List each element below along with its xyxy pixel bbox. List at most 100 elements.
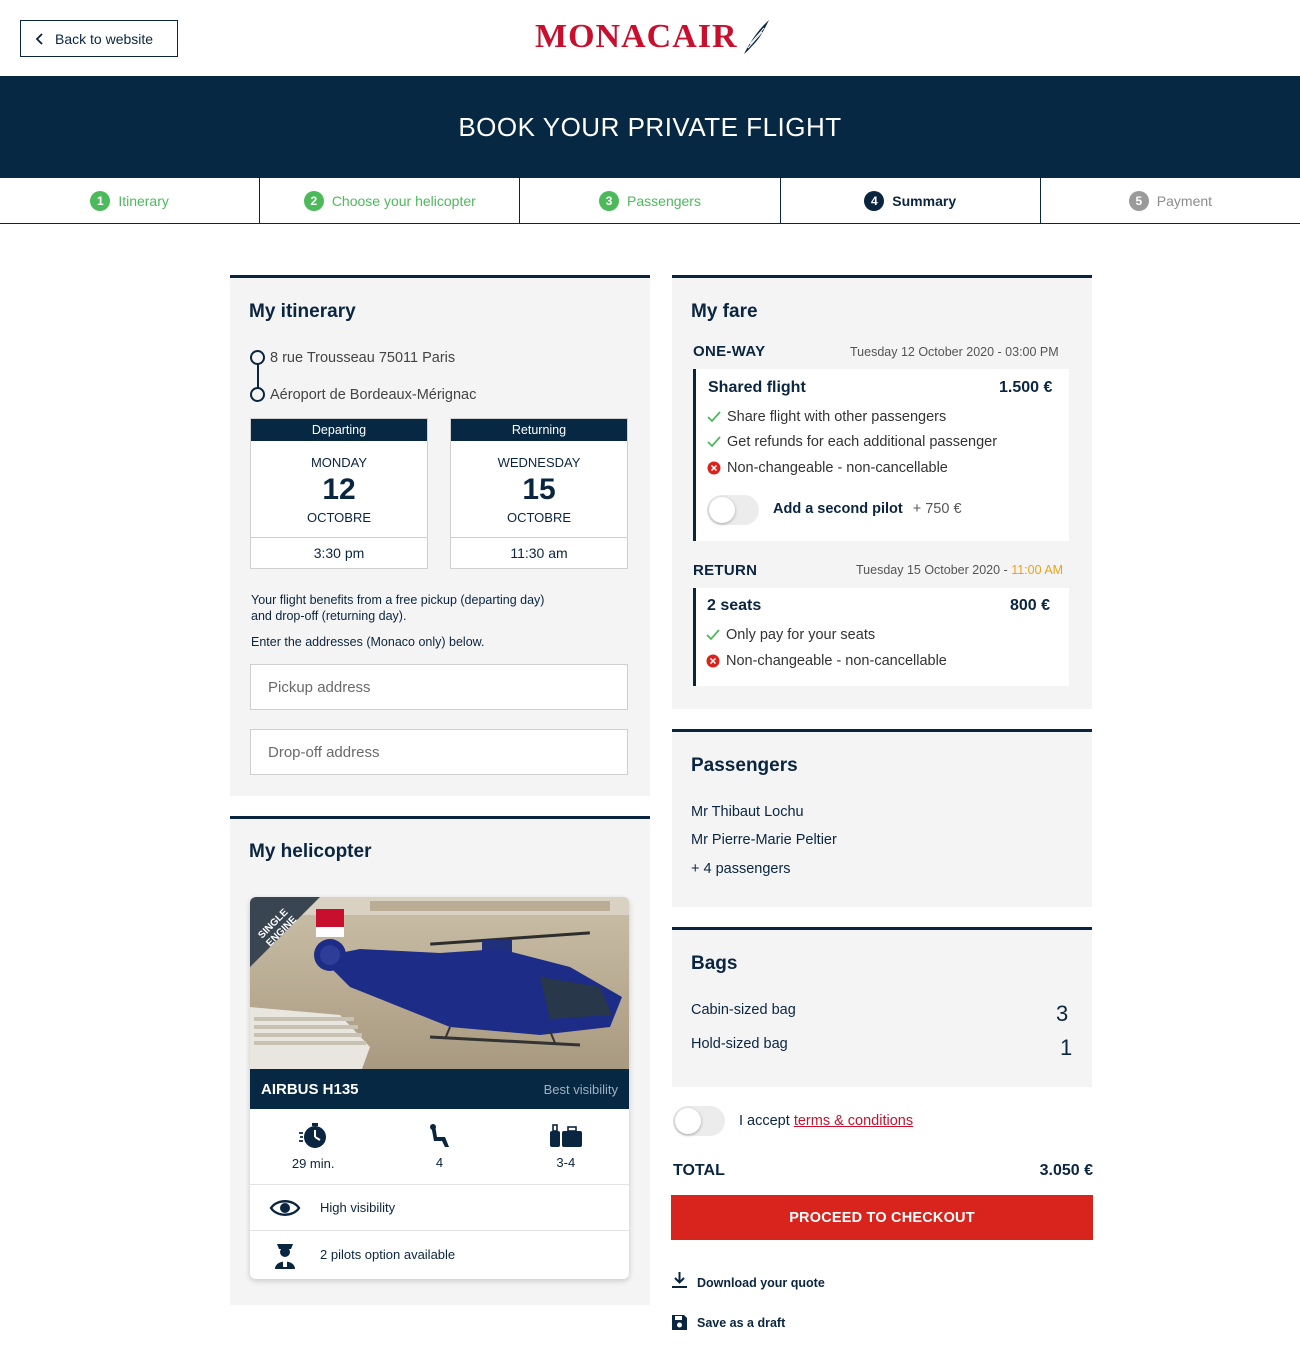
step-number: 2	[303, 190, 324, 211]
helicopter-name: AIRBUS H135	[261, 1080, 359, 1098]
step-number: 5	[1128, 190, 1149, 211]
logo[interactable]: MONACAIR	[535, 14, 770, 60]
destination-dot-icon	[250, 387, 265, 402]
oneway-fare-price: 1.500 €	[999, 379, 1053, 396]
helicopter-detail-card[interactable]: SINGLE ENGINE AIRBUS H135 Best visibilit…	[250, 897, 629, 1279]
bags-value: 3-4	[556, 1155, 576, 1170]
helicopter-photo: SINGLE ENGINE	[250, 897, 629, 1069]
step-payment[interactable]: 5 Payment	[1041, 178, 1300, 223]
return-label: RETURN	[693, 562, 758, 579]
luggage-icon	[549, 1124, 582, 1147]
hold-bag-label: Hold-sized bag	[691, 1036, 788, 1052]
passengers-title: Passengers	[691, 755, 798, 776]
seats-value: 4	[435, 1155, 444, 1170]
check-icon	[707, 436, 721, 448]
fare-feature: Share flight with other passengers	[707, 409, 946, 425]
second-pilot-label: Add a second pilot	[773, 501, 903, 517]
toggle-knob	[675, 1108, 701, 1134]
feature-text: Non-changeable - non-cancellable	[727, 460, 948, 476]
step-itinerary[interactable]: 1 Itinerary	[0, 178, 261, 223]
return-date: Tuesday 15 October 2020 - 11:00 AM	[856, 563, 1063, 577]
chevron-left-icon	[35, 32, 43, 45]
info-line: and drop-off (returning day).	[251, 609, 407, 623]
origin-address: 8 rue Trousseau 75011 Paris	[270, 350, 456, 366]
origin-dot-icon	[250, 350, 265, 365]
accept-terms-text: I accept terms & conditions	[739, 1113, 913, 1129]
page-title: BOOK YOUR PRIVATE FLIGHT	[458, 111, 842, 142]
step-label: Summary	[892, 192, 957, 209]
oneway-fare-name: Shared flight	[708, 379, 806, 396]
feature-text: Only pay for your seats	[726, 627, 876, 643]
pickup-address-input[interactable]	[250, 664, 628, 710]
pilot-icon	[275, 1244, 295, 1269]
feature-pilots-label: 2 pilots option available	[320, 1246, 456, 1262]
step-summary[interactable]: 4 Summary	[781, 178, 1041, 223]
step-label: Payment	[1156, 192, 1213, 209]
return-date-text: Tuesday 15 October 2020 -	[856, 563, 1012, 577]
wing-icon	[743, 20, 769, 54]
dropoff-address-input[interactable]	[250, 729, 628, 775]
fare-feature: Non-changeable - non-cancellable	[707, 460, 948, 476]
luggage-count: 3-4	[503, 1109, 629, 1184]
booking-steps: 1 Itinerary 2 Choose your helicopter 3 Pass…	[0, 178, 1300, 224]
step-choose-helicopter[interactable]: 2 Choose your helicopter	[260, 178, 521, 223]
departing-date-box: Departing MONDAY 12 OCTOBRE 3:30 pm	[250, 418, 428, 569]
return-time: 11:00 AM	[1011, 563, 1064, 577]
back-label: Back to website	[55, 30, 154, 47]
toggle-knob	[709, 497, 735, 523]
helicopter-stats: 29 min. 4 3-4	[250, 1109, 629, 1185]
accept-terms-toggle[interactable]	[673, 1106, 725, 1136]
stopwatch-icon	[299, 1123, 327, 1148]
extra-passengers: + 4 passengers	[691, 861, 791, 877]
departing-time: 3:30 pm	[251, 537, 427, 568]
return-fare-name: 2 seats	[707, 597, 762, 614]
seat-count: 4	[376, 1109, 502, 1184]
fare-feature: Only pay for your seats	[706, 627, 875, 643]
step-passengers[interactable]: 3 Passengers	[520, 178, 781, 223]
step-label: Itinerary	[118, 192, 169, 209]
terms-link[interactable]: terms & conditions	[794, 1113, 913, 1129]
returning-date-box: Returning WEDNESDAY 15 OCTOBRE 11:30 am	[450, 418, 628, 569]
departing-month: OCTOBRE	[306, 510, 372, 525]
cross-icon	[706, 654, 720, 668]
helicopter-title: My helicopter	[249, 841, 372, 862]
save-icon	[672, 1315, 687, 1330]
logo-text: MONACAIR	[535, 18, 738, 55]
feature-visibility: High visibility	[250, 1185, 629, 1231]
check-icon	[707, 411, 721, 423]
info-line: Enter the addresses (Monaco only) below.	[251, 635, 485, 649]
back-to-website-button[interactable]: Back to website	[20, 20, 178, 57]
second-pilot-option: Add a second pilot + 750 €	[773, 501, 962, 517]
step-number: 4	[864, 190, 885, 211]
helicopter-name-bar: AIRBUS H135 Best visibility	[250, 1069, 629, 1109]
step-label: Choose your helicopter	[331, 192, 476, 209]
passenger-name: Mr Pierre-Marie Peltier	[691, 832, 837, 848]
feature-visibility-label: High visibility	[320, 1200, 396, 1215]
save-draft-link[interactable]: Save as a draft	[671, 1314, 785, 1331]
accept-label: I accept	[739, 1113, 794, 1129]
helicopter-tagline: Best visibility	[543, 1081, 618, 1097]
returning-day: WEDNESDAY	[497, 455, 581, 470]
download-quote-link[interactable]: Download your quote	[671, 1270, 825, 1290]
download-icon	[672, 1272, 687, 1288]
check-icon	[706, 629, 720, 641]
passenger-name: Mr Thibaut Lochu	[691, 804, 804, 820]
seat-icon	[430, 1124, 450, 1147]
itinerary-title: My itinerary	[249, 301, 356, 322]
total-value: 3.050 €	[1039, 1162, 1093, 1179]
step-number: 1	[90, 190, 111, 211]
second-pilot-toggle[interactable]	[707, 495, 759, 525]
step-number: 3	[599, 190, 620, 211]
departing-header: Departing	[251, 419, 427, 441]
flight-duration: 29 min.	[250, 1109, 376, 1184]
returning-header: Returning	[451, 419, 627, 441]
oneway-date: Tuesday 12 October 2020 - 03:00 PM	[850, 345, 1059, 359]
feature-text: Non-changeable - non-cancellable	[726, 653, 947, 669]
download-quote-label: Download your quote	[697, 1276, 825, 1290]
cabin-bag-count: 3	[1056, 1001, 1069, 1026]
departing-date: 12	[322, 473, 356, 506]
proceed-to-checkout-button[interactable]: PROCEED TO CHECKOUT	[671, 1195, 1093, 1240]
duration-value: 29 min.	[291, 1156, 335, 1171]
returning-month: OCTOBRE	[506, 510, 572, 525]
return-fare-price: 800 €	[1010, 597, 1051, 614]
